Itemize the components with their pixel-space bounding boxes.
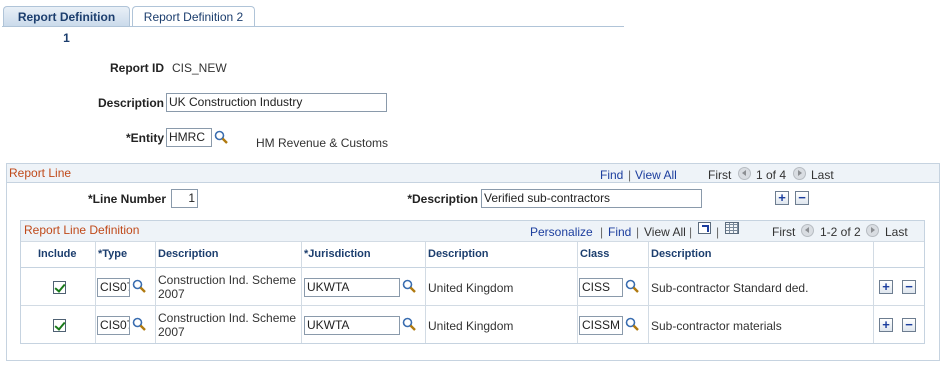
prev-arrow-icon[interactable] [738, 167, 751, 180]
separator: | [689, 225, 693, 239]
report-line-last-label: Last [811, 168, 834, 182]
type-description: Construction Ind. Scheme 2007 [158, 311, 297, 339]
column-divider [873, 241, 874, 343]
add-line-button[interactable]: + [775, 191, 789, 205]
class-description: Sub-contractor materials [651, 319, 782, 333]
separator: | [600, 225, 604, 239]
column-divider [648, 241, 649, 343]
separator: | [628, 168, 632, 182]
column-divider [301, 241, 302, 343]
grid-view-icon[interactable] [725, 222, 739, 234]
column-header-jurisdiction-description: Description [428, 248, 489, 260]
row-divider [21, 305, 924, 306]
column-header-type: *Type [98, 248, 128, 260]
report-line-view-all-link[interactable]: View All [635, 168, 677, 182]
personalize-link[interactable]: Personalize [530, 225, 593, 239]
next-arrow-icon[interactable] [793, 167, 806, 180]
grid-header-top-line [21, 241, 924, 242]
grid-last-label: Last [885, 225, 908, 239]
delete-line-button[interactable]: − [795, 191, 809, 205]
jurisdiction-description: United Kingdom [428, 319, 514, 333]
report-line-first-label: First [708, 168, 732, 182]
column-header-class-description: Description [651, 248, 712, 260]
column-header-type-description: Description [158, 248, 219, 260]
report-id-label: Report ID [110, 61, 164, 75]
column-header-jurisdiction: *Jurisdiction [304, 248, 371, 260]
grid-find-link[interactable]: Find [608, 225, 631, 239]
type-description: Construction Ind. Scheme 2007 [158, 273, 297, 301]
delete-row-button[interactable]: − [902, 318, 916, 332]
magnifier-icon[interactable] [402, 317, 416, 331]
include-checkbox[interactable] [53, 281, 66, 294]
line-number-field[interactable]: 1 [171, 189, 198, 208]
separator: | [636, 225, 640, 239]
class-description: Sub-contractor Standard ded. [651, 281, 809, 295]
column-divider [155, 241, 156, 343]
entity-label: *Entity [125, 131, 164, 145]
column-header-include: Include [38, 248, 77, 260]
entity-description: HM Revenue & Customs [256, 136, 389, 150]
add-row-button[interactable]: + [879, 280, 893, 294]
jurisdiction-field[interactable]: UKWTA [304, 278, 400, 297]
column-divider [577, 241, 578, 343]
report-id-value: CIS_NEW [172, 61, 227, 75]
magnifier-icon[interactable] [132, 317, 146, 331]
magnifier-icon[interactable] [625, 279, 639, 293]
grid-title: Report Line Definition [24, 223, 140, 237]
grid-range: 1-2 of 2 [820, 225, 861, 239]
class-field[interactable]: CISSM [579, 316, 623, 335]
prev-arrow-icon[interactable] [801, 224, 814, 237]
tab-report-definition-1[interactable]: Report Definition 1 [3, 6, 130, 45]
grid-view-all[interactable]: View All [644, 225, 686, 239]
line-description-label: *Description [407, 192, 478, 206]
magnifier-icon[interactable] [625, 317, 639, 331]
jurisdiction-field[interactable]: UKWTA [304, 316, 400, 335]
grid-first-label: First [772, 225, 796, 239]
new-window-icon[interactable] [698, 222, 711, 234]
class-field[interactable]: CISS [579, 278, 623, 297]
line-description-field[interactable]: Verified sub-contractors [481, 189, 702, 208]
jurisdiction-description: United Kingdom [428, 281, 514, 295]
column-divider [425, 241, 426, 343]
magnifier-icon[interactable] [402, 279, 416, 293]
magnifier-icon[interactable] [132, 279, 146, 293]
magnifier-icon[interactable] [214, 130, 228, 144]
separator: | [716, 225, 720, 239]
next-arrow-icon[interactable] [866, 224, 879, 237]
entity-field[interactable]: HMRC [166, 128, 212, 147]
report-line-range: 1 of 4 [756, 168, 787, 182]
report-line-find-link[interactable]: Find [600, 168, 623, 182]
line-number-label: *Line Number [87, 192, 166, 206]
description-label: Description [97, 96, 164, 110]
grid-header-bottom-line [21, 267, 924, 268]
tab-report-definition-2[interactable]: Report Definition 2 [132, 6, 255, 27]
type-field[interactable]: CIS07 [97, 278, 130, 297]
column-header-class: Class [580, 248, 610, 260]
add-row-button[interactable]: + [879, 318, 893, 332]
type-field[interactable]: CIS07 [97, 316, 130, 335]
delete-row-button[interactable]: − [902, 280, 916, 294]
tab-underline [2, 26, 624, 27]
include-checkbox[interactable] [53, 319, 66, 332]
report-line-title: Report Line [9, 166, 72, 180]
column-divider [95, 241, 96, 343]
description-field[interactable]: UK Construction Industry [166, 93, 387, 112]
